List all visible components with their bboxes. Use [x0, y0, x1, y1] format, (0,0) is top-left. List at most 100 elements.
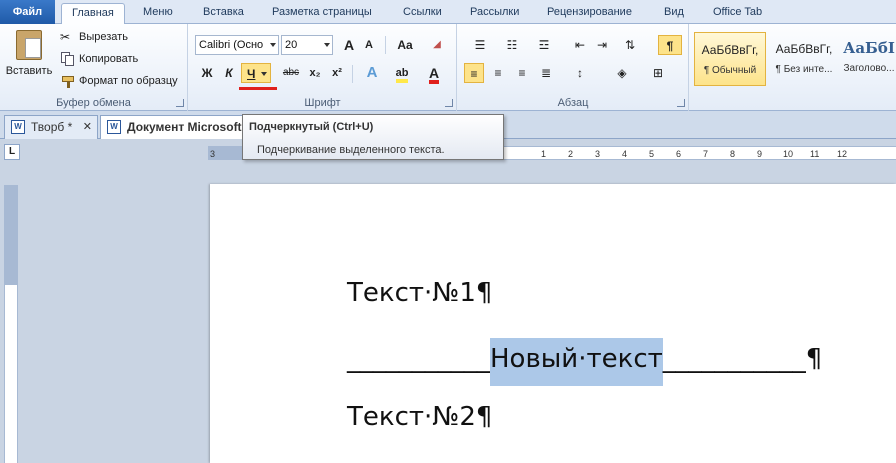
font-name-value: Calibri (Осно — [199, 39, 264, 51]
underline-label: Ч — [247, 67, 256, 81]
sort-icon[interactable]: ⇅ — [620, 35, 640, 55]
dialog-launcher-icon[interactable] — [445, 99, 453, 107]
document-page[interactable]: Текст·№1¶ ___________Новый·текст________… — [210, 184, 896, 463]
word-doc-icon: W — [107, 120, 121, 134]
tab-stop-selector[interactable]: L — [4, 144, 20, 160]
paragraph-group: ☰ ☷ ☲ ⇤ ⇥ ⇅ ¶ ≡ ≡ ≡ ≣ ↕ ◈ ⊞ Абзац — [458, 24, 689, 111]
style-normal[interactable]: АаБбВвГг, ¶ Обычный — [694, 32, 766, 86]
text-effects-icon[interactable]: A — [359, 63, 385, 83]
subscript-button[interactable]: x₂ — [305, 63, 325, 83]
ruler-tick: 8 — [730, 149, 736, 159]
justify-icon[interactable]: ≣ — [536, 63, 556, 83]
line-spacing-icon[interactable]: ↕ — [566, 63, 594, 83]
font-color-button[interactable]: A — [421, 63, 447, 84]
divider — [352, 65, 353, 83]
tab-file[interactable]: Файл — [0, 0, 55, 24]
format-painter-button[interactable]: Формат по образцу — [60, 74, 178, 88]
ruler-tick: 5 — [649, 149, 655, 159]
style-sample: АаБбI — [843, 39, 895, 57]
ruler-tick: 3 — [210, 149, 216, 159]
ruler-tick: 3 — [595, 149, 601, 159]
align-center-icon[interactable]: ≡ — [488, 63, 508, 83]
paste-label: Вставить — [5, 65, 53, 77]
format-painter-label: Формат по образцу — [79, 75, 178, 87]
show-marks-button[interactable]: ¶ — [658, 35, 682, 55]
close-icon[interactable]: ✕ — [83, 116, 92, 138]
clear-format-icon[interactable]: ◢ — [427, 35, 447, 55]
style-no-spacing[interactable]: АаБбВвГг, ¶ Без инте... — [768, 32, 840, 86]
clipboard-icon — [16, 30, 42, 60]
ruler-tick: 1 — [541, 149, 547, 159]
highlight-color-button[interactable]: ab — [389, 63, 415, 83]
shrink-font-button[interactable]: A — [359, 35, 379, 55]
ruler-tick: 4 — [622, 149, 628, 159]
cut-button[interactable]: ✂ Вырезать — [60, 30, 128, 44]
underline-tooltip: Подчеркнутый (Ctrl+U) Подчеркивание выде… — [242, 114, 504, 160]
increase-indent-icon[interactable]: ⇥ — [592, 35, 612, 55]
tab-links[interactable]: Ссылки — [393, 3, 452, 24]
paragraph-1[interactable]: Текст·№1¶ — [347, 278, 492, 308]
paintbrush-icon — [60, 74, 76, 88]
ruler-tick: 7 — [703, 149, 709, 159]
tooltip-title: Подчеркнутый (Ctrl+U) — [249, 121, 374, 133]
ribbon-tab-bar: Файл Главная Меню Вставка Разметка стран… — [0, 0, 896, 25]
shading-icon[interactable]: ◈ — [608, 63, 636, 83]
style-sample: АаБбВвГг, — [701, 43, 759, 57]
bold-button[interactable]: Ж — [197, 63, 217, 83]
ruler-tick: 2 — [568, 149, 574, 159]
change-case-button[interactable]: Aa — [392, 35, 418, 55]
chevron-down-icon — [270, 43, 276, 47]
underline-button[interactable]: Ч — [241, 63, 271, 83]
font-color-icon: A — [428, 66, 440, 84]
ruler-tick: 10 — [783, 149, 794, 159]
multilevel-list-icon[interactable]: ☲ — [530, 35, 558, 55]
cut-label: Вырезать — [79, 31, 128, 43]
copy-button[interactable]: Копировать — [60, 52, 138, 66]
underline-accent-bar — [239, 87, 277, 90]
tab-insert[interactable]: Вставка — [193, 3, 254, 24]
italic-button[interactable]: К — [219, 63, 239, 83]
numbering-icon[interactable]: ☷ — [498, 35, 526, 55]
decrease-indent-icon[interactable]: ⇤ — [570, 35, 590, 55]
doc-tab-active[interactable]: W Документ Microsoft — [100, 115, 245, 139]
font-name-select[interactable]: Calibri (Осно — [195, 35, 279, 55]
superscript-button[interactable]: x² — [327, 63, 347, 83]
tab-home[interactable]: Главная — [61, 3, 125, 25]
tab-view[interactable]: Вид — [654, 3, 694, 24]
strikethrough-button[interactable]: abc — [279, 63, 303, 83]
tab-review[interactable]: Рецензирование — [537, 3, 642, 24]
paragraph-2[interactable]: ___________Новый·текст___________¶ — [347, 338, 822, 386]
font-group-label: Шрифт — [304, 97, 341, 109]
style-heading-1[interactable]: АаБбI Заголово... — [842, 32, 896, 86]
tab-mailings[interactable]: Рассылки — [460, 3, 529, 24]
underline-run: ___________ — [347, 344, 490, 374]
copy-icon — [60, 52, 76, 66]
vertical-ruler[interactable] — [4, 185, 18, 463]
style-name: ¶ Обычный — [703, 65, 757, 76]
style-name: ¶ Без инте... — [775, 64, 833, 75]
selected-text[interactable]: Новый·текст — [490, 338, 663, 386]
align-right-icon[interactable]: ≡ — [512, 63, 532, 83]
word-doc-icon: W — [11, 120, 25, 134]
tab-menu[interactable]: Меню — [133, 3, 183, 24]
tab-page-layout[interactable]: Разметка страницы — [262, 3, 382, 24]
paragraph-3[interactable]: Текст·№2¶ — [347, 402, 492, 432]
font-size-select[interactable]: 20 — [281, 35, 333, 55]
clipboard-group-label: Буфер обмена — [56, 97, 131, 109]
ruler-tick: 12 — [837, 149, 848, 159]
align-left-icon[interactable]: ≡ — [464, 63, 484, 83]
bullets-icon[interactable]: ☰ — [466, 35, 494, 55]
borders-icon[interactable]: ⊞ — [644, 63, 672, 83]
tab-office-tab[interactable]: Office Tab — [703, 3, 772, 24]
chevron-down-icon — [324, 43, 330, 47]
dialog-launcher-icon[interactable] — [176, 99, 184, 107]
chevron-down-icon — [261, 72, 267, 76]
grow-font-button[interactable]: A — [339, 35, 359, 55]
paste-button[interactable]: Вставить — [6, 28, 52, 88]
ribbon: Вставить ✂ Вырезать Копировать Формат по… — [0, 24, 896, 111]
doc-tab-tvorb[interactable]: W Творб * ✕ — [4, 115, 98, 139]
ruler-tick: 9 — [757, 149, 763, 159]
dialog-launcher-icon[interactable] — [677, 99, 685, 107]
style-sample: АаБбВвГг, — [775, 42, 833, 56]
highlighter-icon: ab — [395, 67, 409, 83]
